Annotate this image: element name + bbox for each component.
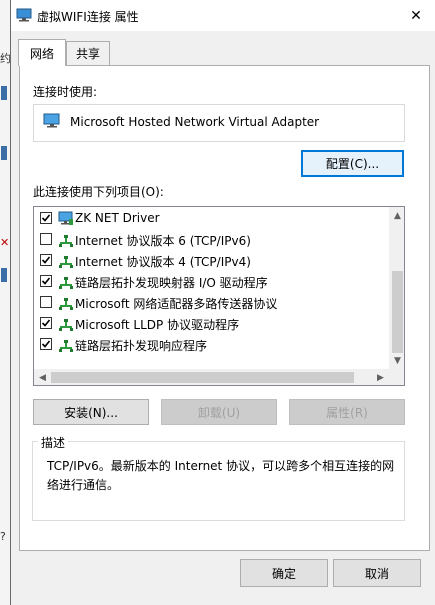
scroll-left-icon[interactable]: ◀ [34,369,51,385]
background-error-icon: ✕ [0,236,10,249]
configure-button[interactable]: 配置(C)... [301,150,404,177]
ok-button[interactable]: 确定 [240,559,328,587]
list-item[interactable]: 链路层拓扑发现响应程序 [34,334,389,355]
properties-button[interactable]: 属性(R) [289,399,405,425]
checkmark-icon [41,277,51,285]
properties-dialog: 虚拟WIFI连接 属性 ✕ 网络 共享 连接时使用: Microsoft Hos… [10,0,435,605]
tab-sharing[interactable]: 共享 [66,41,110,65]
adapter-field: Microsoft Hosted Network Virtual Adapter [33,104,405,142]
ok-button-label: 确定 [271,566,296,581]
item-checkbox[interactable] [40,233,52,245]
horizontal-scrollbar[interactable]: ◀ ▶ [34,369,389,385]
list-item[interactable]: Internet 协议版本 6 (TCP/IPv6) [34,229,389,250]
item-checkbox[interactable] [40,317,52,329]
adapter-name: Microsoft Hosted Network Virtual Adapter [70,115,320,129]
description-legend: 描述 [38,434,69,451]
install-button[interactable]: 安装(N)... [33,399,149,425]
close-button[interactable]: ✕ [396,0,435,31]
background-marker [1,268,7,282]
item-label: 链路层拓扑发现映射器 I/O 驱动程序 [75,276,268,290]
background-marker [1,146,7,160]
window-title: 虚拟WIFI连接 属性 [37,10,139,24]
checkmark-icon [41,319,51,327]
network-protocol-icon [59,298,73,310]
network-adapter-icon [43,113,60,128]
background-marker [1,86,7,100]
item-checkbox[interactable] [40,296,52,308]
description-text: TCP/IPv6。最新版本的 Internet 协议，可以跨多个相互连接的网络进… [47,459,395,492]
cancel-button[interactable]: 取消 [333,559,421,587]
connect-using-label: 连接时使用: [33,85,98,99]
scroll-right-icon[interactable]: ▶ [372,369,389,385]
network-protocol-icon [59,235,73,247]
properties-button-label: 属性(R) [326,405,368,420]
uninstall-button-label: 卸载(U) [197,405,241,420]
list-item[interactable]: Internet 协议版本 4 (TCP/IPv4) [34,250,389,271]
horizontal-scroll-thumb[interactable] [51,372,354,383]
list-item[interactable]: ZK NET Driver [34,208,389,229]
cancel-button-label: 取消 [364,566,389,581]
network-protocol-icon [59,256,73,268]
item-checkbox[interactable] [40,338,52,350]
checkmark-icon [41,214,51,222]
scrollbar-corner [389,369,404,385]
close-icon: ✕ [410,7,422,24]
items-label: 此连接使用下列项目(O): [33,185,164,199]
scroll-down-icon[interactable]: ▼ [389,352,404,369]
install-button-label: 安装(N)... [64,405,118,420]
item-label: 链路层拓扑发现响应程序 [75,339,208,353]
background-text: ? [0,530,6,543]
tab-label: 网络 [29,46,54,61]
list-item[interactable]: Microsoft LLDP 协议驱动程序 [34,313,389,334]
checkmark-icon [41,340,51,348]
item-checkbox[interactable] [40,212,52,224]
item-label: Internet 协议版本 6 (TCP/IPv6) [75,234,251,248]
list-item[interactable]: 链路层拓扑发现映射器 I/O 驱动程序 [34,271,389,292]
item-checkbox[interactable] [40,254,52,266]
item-checkbox[interactable] [40,275,52,287]
item-label: Microsoft LLDP 协议驱动程序 [75,318,240,332]
network-protocol-icon [59,277,73,289]
scroll-up-icon[interactable]: ▲ [389,207,404,224]
title-bar[interactable]: 虚拟WIFI连接 属性 ✕ [11,0,435,31]
tab-network[interactable]: 网络 [18,39,66,66]
checkmark-icon [41,256,51,264]
network-connection-icon [16,8,32,22]
vertical-scrollbar[interactable]: ▲ ▼ [389,207,404,369]
uninstall-button[interactable]: 卸载(U) [161,399,277,425]
tab-label: 共享 [75,47,100,61]
items-list[interactable]: ZK NET Driver Internet 协议版本 6 (TCP/IPv6) [33,206,405,386]
list-item[interactable]: Microsoft 网络适配器多路传送器协议 [34,292,389,313]
item-label: ZK NET Driver [75,211,160,225]
configure-button-label: 配置(C)... [325,157,380,171]
network-protocol-icon [59,319,73,331]
monitor-icon [58,211,73,225]
item-label: Microsoft 网络适配器多路传送器协议 [75,297,278,311]
vertical-scroll-thumb[interactable] [392,271,403,353]
network-protocol-icon [59,340,73,352]
item-label: Internet 协议版本 4 (TCP/IPv4) [75,255,251,269]
